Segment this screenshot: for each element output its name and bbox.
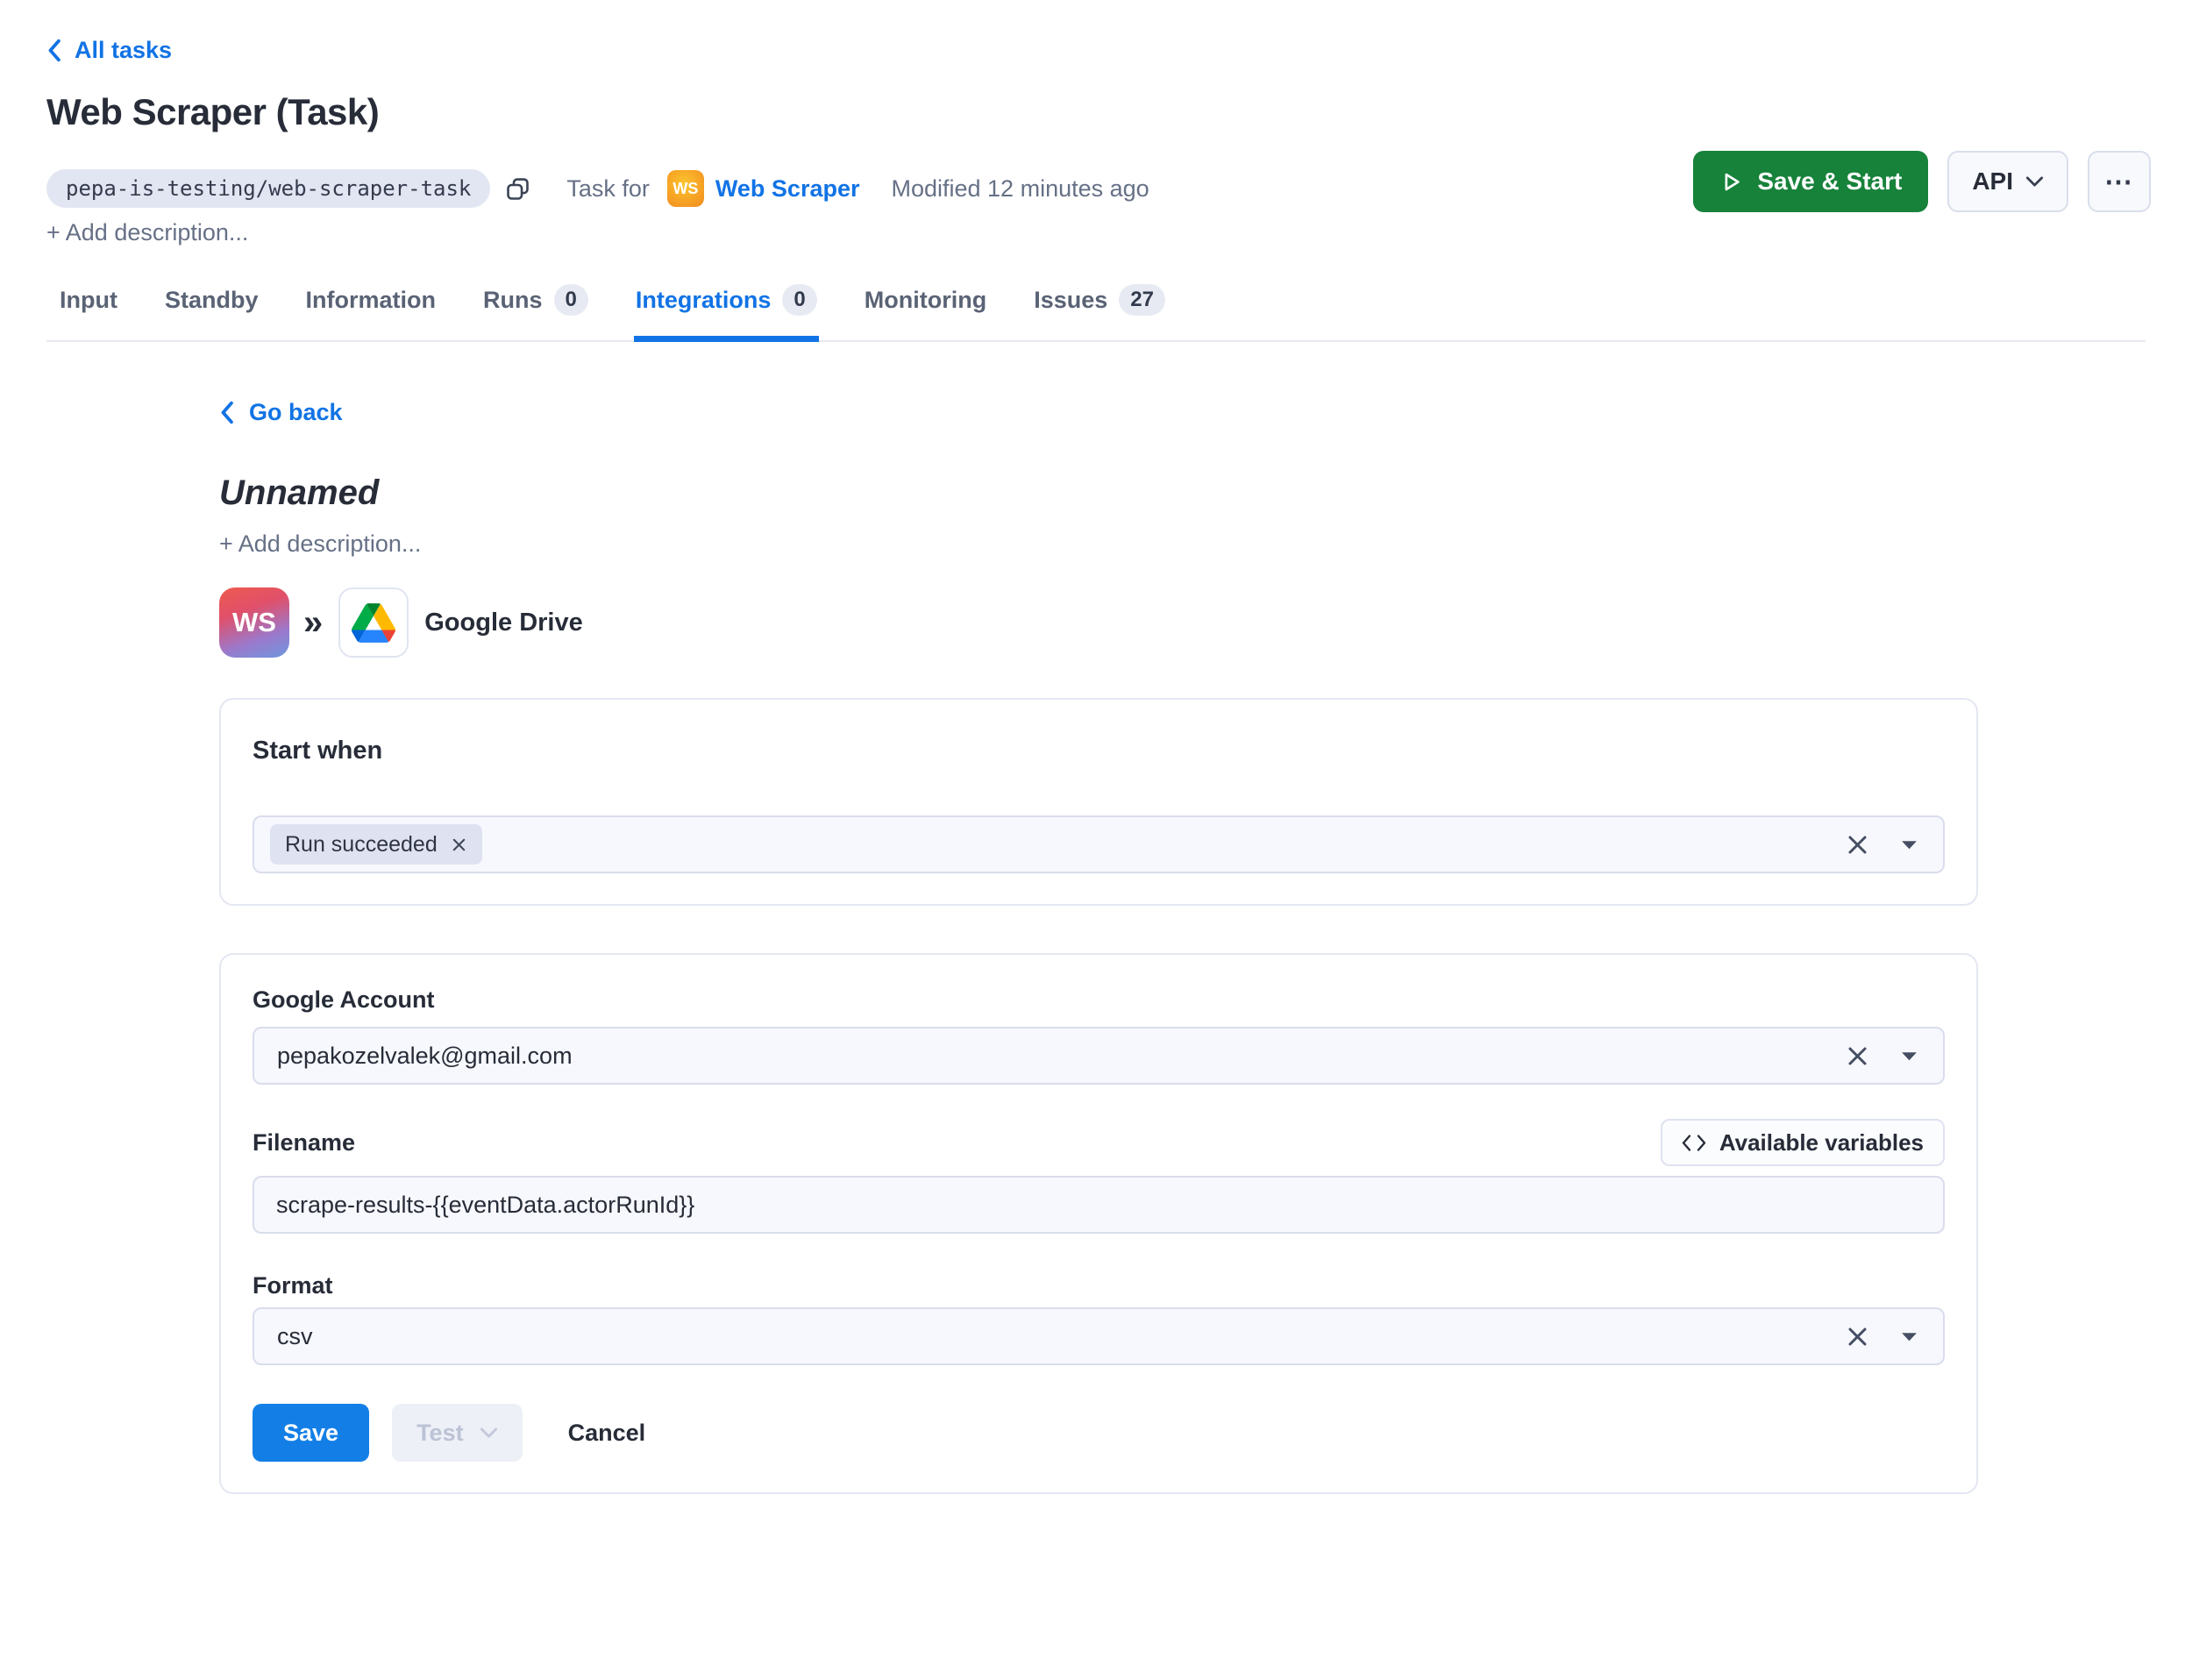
header-actions: Save & Start API ⋯ [1693,151,2151,212]
integration-connection-row: WS » Google Drive [219,587,1978,658]
ellipsis-icon: ⋯ [2104,165,2134,198]
clear-selection-button[interactable] [1847,1045,1868,1067]
chevron-left-icon [46,39,61,62]
more-actions-button[interactable]: ⋯ [2088,151,2151,212]
clear-selection-button[interactable] [1847,834,1868,856]
back-to-all-tasks-link[interactable]: All tasks [46,37,172,64]
integration-target-name: Google Drive [424,609,583,637]
chevron-left-icon [219,401,234,424]
google-drive-icon [338,587,409,658]
tab-label: Information [306,287,437,314]
trigger-tag-label: Run succeeded [285,832,438,858]
google-account-value: pepakozelvalek@gmail.com [270,1043,573,1070]
task-path-badge: pepa-is-testing/web-scraper-task [46,169,490,208]
actor-link[interactable]: Web Scraper [715,175,860,203]
go-back-label: Go back [249,399,343,426]
tab-label: Integrations [636,287,772,314]
integration-add-description-link[interactable]: + Add description... [219,530,421,558]
double-chevron-icon: » [303,605,323,640]
x-icon [1847,834,1868,856]
tab-input[interactable]: Input [58,279,119,340]
tab-label: Runs [483,287,543,314]
integration-title: Unnamed [219,473,1978,513]
select-controls [1847,1326,1918,1348]
google-account-label: Google Account [253,985,1945,1014]
integration-detail: Go back Unnamed + Add description... WS … [219,399,1978,1494]
tab-issues-count-badge: 27 [1119,284,1165,316]
tag-remove-button[interactable] [451,836,467,853]
form-buttons-row: Save Test Cancel [253,1404,1945,1462]
api-label: API [1972,167,2013,196]
save-and-start-button[interactable]: Save & Start [1693,151,1928,212]
tab-label: Input [60,287,117,314]
back-link-label: All tasks [75,37,172,64]
caret-down-icon [1900,1050,1918,1062]
copy-icon [504,175,531,203]
open-dropdown-button[interactable] [1900,839,1918,851]
tab-issues[interactable]: Issues 27 [1032,279,1167,340]
task-meta-row: pepa-is-testing/web-scraper-task Task fo… [46,167,1149,210]
tab-runs[interactable]: Runs 0 [481,279,590,340]
code-icon [1682,1134,1706,1152]
format-label: Format [253,1271,1945,1300]
web-scraper-actor-icon: WS [667,170,704,207]
start-when-heading: Start when [253,735,1945,766]
tab-label: Standby [165,287,259,314]
google-account-select[interactable]: pepakozelvalek@gmail.com [253,1027,1945,1085]
select-controls [1847,834,1918,856]
cancel-button[interactable]: Cancel [568,1420,646,1447]
selected-trigger-tag: Run succeeded [270,824,482,865]
tab-label: Issues [1034,287,1107,314]
tab-monitoring[interactable]: Monitoring [863,279,988,340]
chevron-down-icon [480,1427,498,1439]
format-select[interactable]: csv [253,1307,1945,1365]
available-variables-label: Available variables [1719,1129,1924,1157]
start-when-select[interactable]: Run succeeded [253,815,1945,873]
select-controls [1847,1045,1918,1067]
task-for-label: Task for [566,175,650,203]
api-dropdown-button[interactable]: API [1947,151,2068,212]
save-button[interactable]: Save [253,1404,369,1462]
integration-settings-card: Google Account pepakozelvalek@gmail.com … [219,953,1978,1494]
chevron-down-icon [2025,175,2044,188]
tab-standby[interactable]: Standby [163,279,260,340]
filename-header-row: Filename Available variables [253,1119,1945,1166]
add-description-link[interactable]: + Add description... [46,219,248,246]
task-tabs: Input Standby Information Runs 0 Integra… [46,279,2146,342]
tab-integrations[interactable]: Integrations 0 [634,279,819,340]
web-scraper-source-icon: WS [219,587,289,658]
modified-timestamp: Modified 12 minutes ago [891,175,1149,203]
save-and-start-label: Save & Start [1757,167,1902,196]
caret-down-icon [1900,839,1918,851]
page-title: Web Scraper (Task) [46,91,379,133]
tab-information[interactable]: Information [304,279,438,340]
x-icon [451,836,467,853]
filename-value: scrape-results-{{eventData.actorRunId}} [276,1192,694,1219]
filename-label: Filename [253,1128,355,1157]
open-dropdown-button[interactable] [1900,1050,1918,1062]
tab-integrations-count-badge: 0 [782,284,816,316]
caret-down-icon [1900,1331,1918,1342]
x-icon [1847,1326,1868,1348]
copy-task-path-button[interactable] [504,175,531,203]
tab-runs-count-badge: 0 [554,284,588,316]
start-when-card: Start when Run succeeded [219,698,1978,906]
test-label: Test [416,1420,464,1447]
test-dropdown-button[interactable]: Test [392,1404,523,1462]
x-icon [1847,1045,1868,1067]
tab-label: Monitoring [865,287,986,314]
open-dropdown-button[interactable] [1900,1331,1918,1342]
go-back-link[interactable]: Go back [219,399,1978,426]
play-icon [1719,170,1743,194]
available-variables-button[interactable]: Available variables [1661,1119,1945,1166]
google-drive-logo [352,603,395,643]
filename-input[interactable]: scrape-results-{{eventData.actorRunId}} [253,1176,1945,1234]
clear-selection-button[interactable] [1847,1326,1868,1348]
format-value: csv [270,1323,313,1350]
